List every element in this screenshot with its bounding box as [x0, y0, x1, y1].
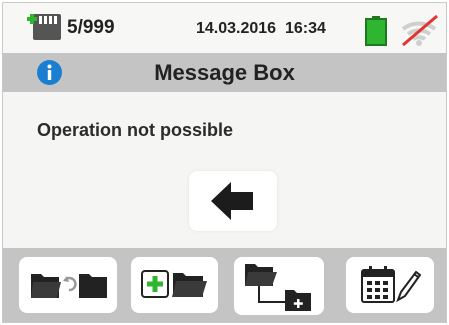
calendar-edit-button[interactable]	[346, 257, 434, 313]
instrument-screen: 5/999 14.03.2016 16:34 Message Box Opera…	[2, 2, 447, 323]
add-subfolder-button[interactable]	[234, 257, 324, 315]
back-button[interactable]	[189, 171, 277, 231]
calendar-edit-icon	[361, 266, 421, 303]
date-time: 14.03.2016 16:34	[196, 20, 326, 37]
rename-folder-icon	[31, 274, 107, 298]
status-bar: 5/999 14.03.2016 16:34	[3, 3, 446, 53]
bottom-toolbar	[3, 248, 446, 322]
wifi-off-icon	[401, 14, 438, 47]
add-folder-icon	[141, 270, 207, 298]
message-text: Operation not possible	[37, 120, 234, 140]
memory-card-icon	[27, 14, 61, 40]
battery-icon	[365, 16, 387, 46]
page-title: Message Box	[154, 60, 295, 85]
memory-count: 5/999	[67, 17, 115, 38]
title-bar: Message Box	[3, 53, 446, 92]
add-subfolder-icon	[245, 264, 311, 311]
add-folder-button[interactable]	[131, 257, 218, 313]
rename-folder-button[interactable]	[19, 257, 117, 313]
arrow-left-icon	[211, 182, 253, 220]
